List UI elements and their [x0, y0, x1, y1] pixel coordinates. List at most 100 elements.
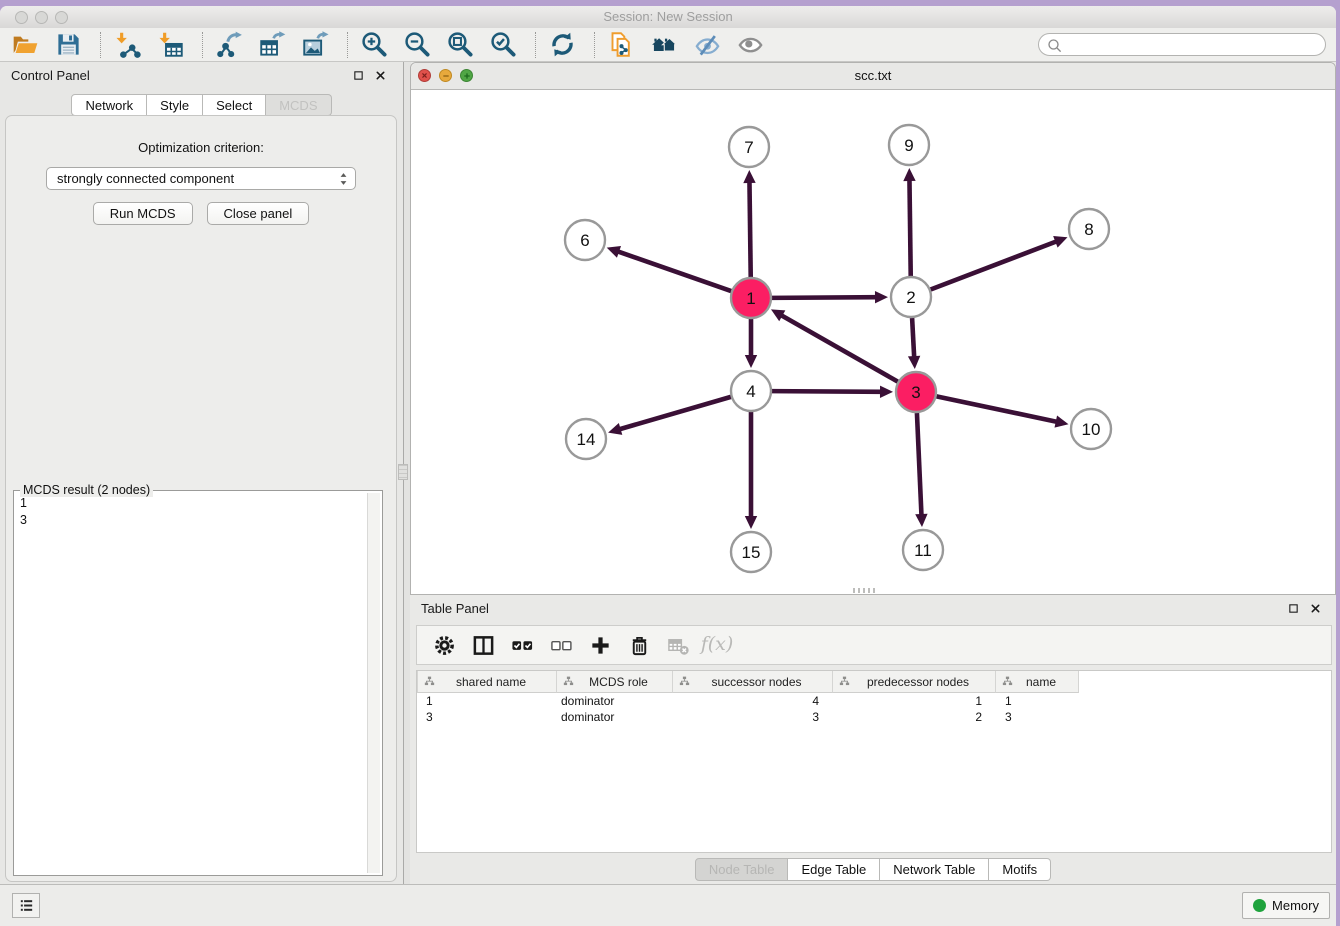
- table-cell[interactable]: 3: [996, 709, 1079, 725]
- svg-text:4: 4: [746, 382, 755, 401]
- graph-node-1[interactable]: 1: [731, 278, 771, 318]
- mcds-result-list: 13: [20, 495, 27, 529]
- column-header-name[interactable]: name: [996, 671, 1079, 693]
- result-scrollbar[interactable]: [367, 493, 380, 873]
- trash-icon[interactable]: [624, 630, 654, 660]
- criterion-select[interactable]: strongly connected component: [46, 167, 356, 190]
- graph-node-15[interactable]: 15: [731, 532, 771, 572]
- add-icon[interactable]: [585, 630, 615, 660]
- tab-style[interactable]: Style: [147, 94, 203, 116]
- memory-button[interactable]: Memory: [1242, 892, 1330, 919]
- graph-node-8[interactable]: 8: [1069, 209, 1109, 249]
- graph-arrowhead: [875, 291, 888, 303]
- network-graph[interactable]: 7 9 6 8 1 2 4 3 14 10 15 11: [411, 89, 1335, 594]
- graph-node-10[interactable]: 10: [1071, 409, 1111, 449]
- select-all-icon[interactable]: [507, 630, 537, 660]
- save-icon[interactable]: [53, 30, 83, 60]
- table-cell[interactable]: 4: [673, 693, 833, 709]
- graph-node-4[interactable]: 4: [731, 371, 771, 411]
- split-columns-icon[interactable]: [468, 630, 498, 660]
- graph-edge-4-14: [619, 397, 731, 430]
- graph-node-2[interactable]: 2: [891, 277, 931, 317]
- table-cell[interactable]: dominator: [557, 693, 673, 709]
- table-cell[interactable]: 3: [417, 709, 557, 725]
- graph-edge-3-10: [937, 396, 1058, 422]
- criterion-value: strongly connected component: [57, 171, 234, 186]
- table-row[interactable]: 3dominator323: [417, 709, 1331, 725]
- window-title: Session: New Session: [0, 9, 1336, 24]
- tab-network[interactable]: Network: [71, 94, 147, 116]
- table-cell[interactable]: 1: [417, 693, 557, 709]
- svg-text:11: 11: [914, 541, 932, 560]
- zoom-selected-icon[interactable]: [488, 30, 518, 60]
- svg-text:3: 3: [911, 383, 920, 402]
- table-cell[interactable]: 1: [996, 693, 1079, 709]
- import-network-icon[interactable]: [112, 30, 142, 60]
- table-cell[interactable]: dominator: [557, 709, 673, 725]
- export-image-icon[interactable]: [300, 30, 330, 60]
- open-icon[interactable]: [10, 30, 40, 60]
- run-mcds-button[interactable]: Run MCDS: [93, 202, 193, 225]
- close-table-panel-icon[interactable]: [1309, 602, 1322, 615]
- desktop: Session: New Session Control Panel Netwo…: [0, 0, 1340, 926]
- mcds-result-title: MCDS result (2 nodes): [20, 483, 153, 497]
- hide-details-icon[interactable]: [692, 30, 722, 60]
- table-toolbar: f(x): [416, 625, 1332, 665]
- gear-icon[interactable]: [429, 630, 459, 660]
- first-neighbors-icon[interactable]: [649, 30, 679, 60]
- network-canvas[interactable]: 7 9 6 8 1 2 4 3 14 10 15 11: [411, 89, 1335, 594]
- graph-node-6[interactable]: 6: [565, 220, 605, 260]
- select-stepper-icon: [337, 170, 350, 194]
- application-window: Session: New Session Control Panel Netwo…: [0, 6, 1336, 926]
- graph-arrowhead: [745, 516, 757, 529]
- tab-mcds[interactable]: MCDS: [266, 94, 331, 116]
- table-row[interactable]: 1dominator411: [417, 693, 1331, 709]
- tab-edge-table[interactable]: Edge Table: [788, 858, 880, 881]
- mcds-result-line: 1: [20, 495, 27, 512]
- refresh-icon[interactable]: [547, 30, 577, 60]
- window-titlebar: Session: New Session: [0, 6, 1336, 29]
- graph-edge-4-3: [772, 391, 882, 392]
- fx-icon: f(x): [702, 630, 732, 660]
- float-table-panel-icon[interactable]: [1287, 602, 1300, 615]
- search-input[interactable]: [1065, 35, 1321, 54]
- close-panel-button[interactable]: Close panel: [207, 202, 310, 225]
- svg-text:2: 2: [906, 288, 915, 307]
- tab-select[interactable]: Select: [203, 94, 266, 116]
- graph-edge-2-9: [909, 179, 910, 276]
- tab-motifs[interactable]: Motifs: [989, 858, 1051, 881]
- table-cell[interactable]: 1: [833, 693, 996, 709]
- import-table-icon[interactable]: [155, 30, 185, 60]
- graph-arrowhead: [908, 356, 920, 369]
- tab-network-table[interactable]: Network Table: [880, 858, 989, 881]
- graph-node-11[interactable]: 11: [903, 530, 943, 570]
- divider-grip[interactable]: [398, 464, 408, 480]
- zoom-in-icon[interactable]: [359, 30, 389, 60]
- zoom-fit-icon[interactable]: [445, 30, 475, 60]
- column-header-shared-name[interactable]: shared name: [417, 671, 557, 693]
- table-cell[interactable]: 2: [833, 709, 996, 725]
- float-panel-icon[interactable]: [352, 69, 365, 82]
- graph-node-7[interactable]: 7: [729, 127, 769, 167]
- column-header-successor-nodes[interactable]: successor nodes: [673, 671, 833, 693]
- select-none-icon[interactable]: [546, 630, 576, 660]
- graph-node-3[interactable]: 3: [896, 372, 936, 412]
- export-table-icon[interactable]: [257, 30, 287, 60]
- zoom-out-icon[interactable]: [402, 30, 432, 60]
- graph-node-9[interactable]: 9: [889, 125, 929, 165]
- canvas-scroll-grip[interactable]: [853, 588, 875, 593]
- task-history-button[interactable]: [12, 893, 40, 918]
- close-panel-icon[interactable]: [374, 69, 387, 82]
- table-rows: 1dominator4113dominator323: [417, 693, 1331, 725]
- column-header-mcds-role[interactable]: MCDS role: [557, 671, 673, 693]
- control-panel-tabs: NetworkStyleSelectMCDS: [0, 94, 403, 116]
- tab-node-table[interactable]: Node Table: [695, 858, 789, 881]
- table-cell[interactable]: 3: [673, 709, 833, 725]
- delete-table-icon: [663, 630, 693, 660]
- export-network-icon[interactable]: [214, 30, 244, 60]
- column-header-predecessor-nodes[interactable]: predecessor nodes: [833, 671, 996, 693]
- duplicate-network-icon[interactable]: [606, 30, 636, 60]
- graph-edge-2-3: [912, 318, 914, 358]
- graph-node-14[interactable]: 14: [566, 419, 606, 459]
- birdseye-icon[interactable]: [735, 30, 765, 60]
